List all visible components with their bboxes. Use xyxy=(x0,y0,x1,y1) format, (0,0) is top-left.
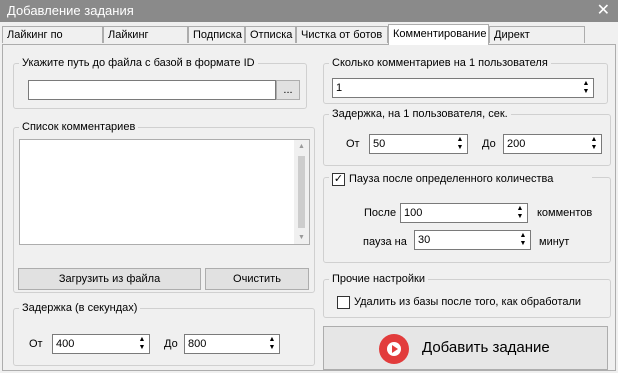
dialog-window: Добавление задания ✕ Лайкинг по списку Л… xyxy=(0,0,618,373)
delay-to-input[interactable]: 800 ▲ ▼ xyxy=(184,334,280,354)
comments-per-user-input[interactable]: 1 ▲ ▼ xyxy=(332,78,594,98)
close-icon[interactable]: ✕ xyxy=(597,0,610,20)
tab-content: Укажите путь до файла с базой в формате … xyxy=(2,44,616,371)
tab-subscribe[interactable]: Подписка xyxy=(188,26,245,43)
tab-bot-cleanup[interactable]: Чистка от ботов xyxy=(296,26,388,43)
delay-to-label: До xyxy=(164,338,178,350)
per-user-to-value: 200 xyxy=(507,138,526,150)
per-user-from-label: От xyxy=(346,138,360,150)
scroll-thumb[interactable] xyxy=(298,156,305,228)
tab-unsubscribe[interactable]: Отписка xyxy=(245,26,296,43)
delay-per-user-legend: Задержка, на 1 пользователя, сек. xyxy=(332,108,508,120)
comments-scrollbar[interactable]: ▲ ▼ xyxy=(294,140,309,244)
title-bar: Добавление задания ✕ xyxy=(0,0,618,22)
spinner-icon[interactable]: ▲ ▼ xyxy=(581,80,591,96)
tab-liking-list[interactable]: Лайкинг по списку xyxy=(2,26,103,58)
tab-commenting[interactable]: Комментирование xyxy=(388,24,489,45)
spinner-icon[interactable]: ▲ ▼ xyxy=(267,336,277,352)
delay-from-value: 400 xyxy=(56,338,75,350)
delay-to-value: 800 xyxy=(188,338,207,350)
add-task-button[interactable]: Добавить задание xyxy=(323,326,608,370)
delay-from-label: От xyxy=(29,338,43,350)
play-icon xyxy=(379,334,409,364)
spinner-icon[interactable]: ▲ ▼ xyxy=(515,205,525,221)
spinner-icon[interactable]: ▲ ▼ xyxy=(455,136,465,152)
pause-after-label: После xyxy=(364,207,397,219)
scroll-up-icon[interactable]: ▲ xyxy=(294,143,309,150)
tab-bar: Лайкинг по списку Лайкинг ленты Подписка… xyxy=(0,24,618,58)
remove-after-label: Удалить из базы после того, как обработа… xyxy=(354,296,582,308)
pause-for-value: 30 xyxy=(418,234,431,246)
spinner-icon[interactable]: ▲ ▼ xyxy=(137,336,147,352)
pause-for-input[interactable]: 30 ▲ ▼ xyxy=(414,230,531,250)
pause-legend: Пауза после определенного количества xyxy=(349,173,557,185)
pause-after-unit: комментов xyxy=(537,207,593,219)
comments-legend: Список комментариев xyxy=(22,121,136,133)
pause-for-label: пауза на xyxy=(363,236,407,248)
tab-direct-mailing[interactable]: Директ рассылка xyxy=(489,26,585,58)
per-user-from-input[interactable]: 50 ▲ ▼ xyxy=(369,134,468,154)
window-title: Добавление задания xyxy=(7,3,134,18)
comments-per-user-value: 1 xyxy=(336,82,343,94)
pause-after-input[interactable]: 100 ▲ ▼ xyxy=(400,203,528,223)
delay-from-input[interactable]: 400 ▲ ▼ xyxy=(52,334,150,354)
comments-textarea[interactable]: ▲ ▼ xyxy=(19,139,310,245)
file-path-input[interactable] xyxy=(28,80,276,100)
clear-button[interactable]: Очистить xyxy=(205,268,309,290)
comments-per-user-legend: Сколько комментариев на 1 пользователя xyxy=(332,57,548,69)
browse-button[interactable]: ... xyxy=(276,80,300,100)
delay-seconds-legend: Задержка (в секундах) xyxy=(22,302,138,314)
load-from-file-button[interactable]: Загрузить из файла xyxy=(18,268,201,290)
spinner-icon[interactable]: ▲ ▼ xyxy=(518,232,528,248)
remove-after-checkbox[interactable] xyxy=(337,296,350,309)
add-task-label: Добавить задание xyxy=(422,339,550,356)
pause-for-unit: минут xyxy=(539,236,570,248)
tab-liking-feed[interactable]: Лайкинг ленты xyxy=(103,26,188,58)
per-user-to-label: До xyxy=(482,138,496,150)
pause-checkbox[interactable]: ✓ xyxy=(332,173,345,186)
per-user-to-input[interactable]: 200 ▲ ▼ xyxy=(503,134,602,154)
other-settings-legend: Прочие настройки xyxy=(332,273,426,285)
spinner-icon[interactable]: ▲ ▼ xyxy=(589,136,599,152)
per-user-from-value: 50 xyxy=(373,138,386,150)
pause-after-value: 100 xyxy=(404,207,423,219)
play-icon-triangle xyxy=(392,345,398,353)
file-path-legend: Укажите путь до файла с базой в формате … xyxy=(22,57,255,69)
scroll-down-icon[interactable]: ▼ xyxy=(294,234,309,241)
